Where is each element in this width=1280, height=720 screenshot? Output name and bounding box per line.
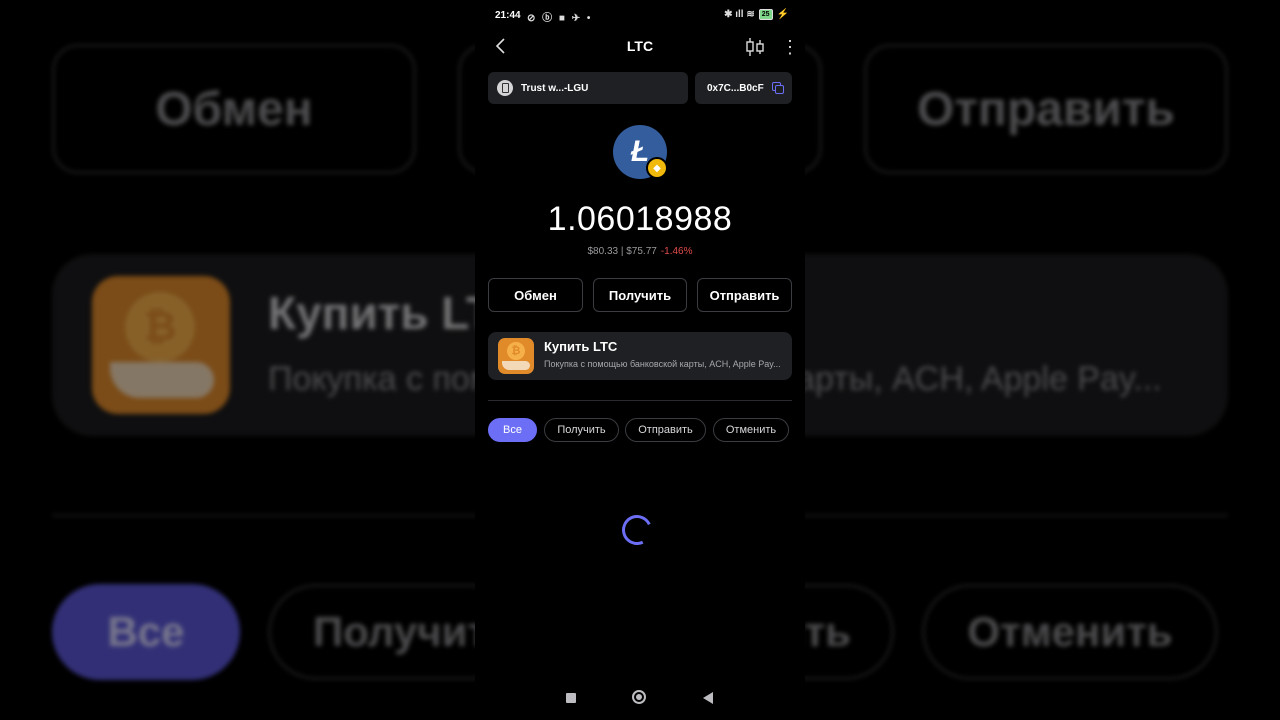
filter-send-chip[interactable]: Отправить	[625, 418, 706, 442]
buy-card-subtitle: Покупка с помощью банковской карты, ACH,…	[544, 359, 781, 369]
price-change: -1.46%	[660, 246, 693, 257]
nav-back-icon[interactable]	[703, 692, 713, 704]
candlestick-chart-icon[interactable]	[745, 38, 765, 56]
buy-crypto-card[interactable]: ₿ Купить LTC Покупка с помощью банковско…	[488, 332, 792, 380]
status-time: 21:44	[495, 10, 521, 21]
balance-fiat: $80.33 | $75.77 -1.46%	[475, 246, 805, 257]
bg-bitcoin-icon: ₿	[125, 292, 195, 362]
phone-screen: 21:44 ⊘ ⓑ ■ ✈ • ✱ ıll ≋ 25 ⚡ LTC ⋮ Trust…	[475, 0, 805, 720]
receive-button[interactable]: Получить	[593, 278, 687, 312]
balance-amount: 1.06018988	[547, 200, 733, 238]
bg-hand-icon	[110, 362, 214, 398]
bnb-chain-badge-icon: ◆	[646, 157, 668, 179]
filter-receive-chip[interactable]: Получить	[544, 418, 619, 442]
android-nav-bar	[475, 686, 805, 710]
recent-apps-icon[interactable]	[566, 693, 576, 703]
wallet-address: 0x7C...B0cF	[707, 82, 764, 94]
buy-with-card-icon: ₿	[498, 338, 534, 374]
notification-icons: ⊘ ⓑ ■ ✈ •	[527, 13, 593, 24]
address-copy-button[interactable]: 0x7C...B0cF	[695, 72, 792, 104]
send-button[interactable]: Отправить	[697, 278, 792, 312]
bg-chip-all: Все	[52, 584, 240, 680]
bitcoin-coin-icon: ₿	[507, 342, 525, 360]
signal-wifi-icons: ✱ ıll ≋	[724, 9, 755, 20]
system-icons: ✱ ıll ≋ 25 ⚡	[724, 9, 789, 20]
hand-icon	[502, 361, 530, 370]
charging-icon: ⚡	[776, 9, 789, 20]
divider	[488, 400, 792, 401]
swap-button[interactable]: Обмен	[488, 278, 583, 312]
filter-cancel-chip[interactable]: Отменить	[713, 418, 789, 442]
bg-chip-cancel: Отменить	[922, 584, 1218, 680]
fiat-values: $80.33 | $75.77	[587, 246, 657, 257]
wallet-name: Trust w...-LGU	[521, 82, 589, 94]
wallet-selector[interactable]: Trust w...-LGU	[488, 72, 688, 104]
status-bar: 21:44 ⊘ ⓑ ■ ✈ • ✱ ıll ≋ 25 ⚡	[475, 0, 805, 32]
battery-icon: 25	[758, 9, 773, 20]
bg-swap-button: Обмен	[52, 44, 416, 174]
top-bar: LTC ⋮	[475, 32, 805, 62]
wallet-device-icon	[497, 80, 513, 96]
filter-all-chip[interactable]: Все	[488, 418, 537, 442]
bg-send-button: Отправить	[864, 44, 1228, 174]
copy-icon	[771, 82, 784, 94]
loading-spinner-icon	[617, 510, 657, 550]
bg-buy-icon: ₿	[92, 276, 230, 414]
home-icon[interactable]	[632, 690, 646, 704]
buy-card-title: Купить LTC	[544, 339, 618, 354]
more-options-icon[interactable]: ⋮	[781, 36, 799, 58]
